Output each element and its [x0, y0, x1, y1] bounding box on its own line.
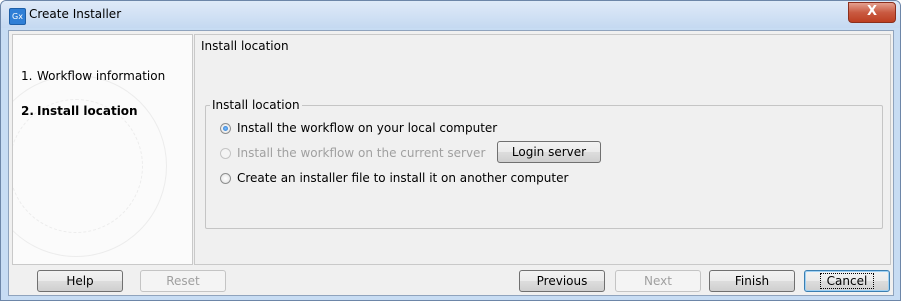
cancel-button[interactable]: Cancel [804, 270, 890, 292]
close-icon: X [866, 4, 878, 19]
option-label: Create an installer file to install it o… [237, 171, 569, 185]
finish-button[interactable]: Finish [709, 270, 795, 292]
previous-button[interactable]: Previous [519, 270, 605, 292]
option-local-computer[interactable]: Install the workflow on your local compu… [220, 121, 497, 135]
gx-app-icon: Gx [9, 8, 26, 25]
title-bar[interactable]: Gx Create Installer X [1, 1, 900, 28]
panel-heading: Install location [201, 39, 289, 53]
dialog-body: 1. Workflow information 2. Install locatio… [8, 30, 894, 296]
close-button[interactable]: X [848, 2, 896, 23]
radio-current-server [220, 147, 231, 159]
step-workflow-information: 1. Workflow information [21, 69, 165, 83]
group-title: Install location [210, 98, 302, 112]
option-label: Install the workflow on your local compu… [237, 121, 498, 135]
step-install-location: 2. Install location [21, 104, 138, 118]
option-installer-file[interactable]: Create an installer file to install it o… [220, 171, 568, 185]
window-title: Create Installer [29, 7, 122, 21]
option-label: Install the workflow on the current serv… [237, 146, 486, 160]
login-server-button[interactable]: Login server [497, 141, 601, 163]
step-number: 1. [21, 69, 33, 83]
step-label: Install location [37, 104, 138, 118]
cancel-label: Cancel [819, 273, 875, 289]
install-location-group: Install location Install the workflow on… [205, 98, 883, 229]
radio-local-computer[interactable] [220, 122, 231, 134]
create-installer-dialog: Gx Create Installer X 1. Workflow informa… [0, 0, 901, 301]
wizard-steps-panel: 1. Workflow information 2. Install locatio… [12, 34, 193, 265]
install-location-panel: Install location Install location Instal… [194, 34, 891, 265]
step-label: Workflow information [37, 69, 166, 83]
step-number: 2. [21, 104, 34, 118]
help-button[interactable]: Help [37, 270, 123, 292]
radio-installer-file[interactable] [220, 172, 231, 184]
next-button: Next [615, 270, 701, 292]
option-current-server: Install the workflow on the current serv… [220, 146, 485, 160]
binary-watermark-inner [13, 99, 143, 233]
reset-button: Reset [140, 270, 226, 292]
